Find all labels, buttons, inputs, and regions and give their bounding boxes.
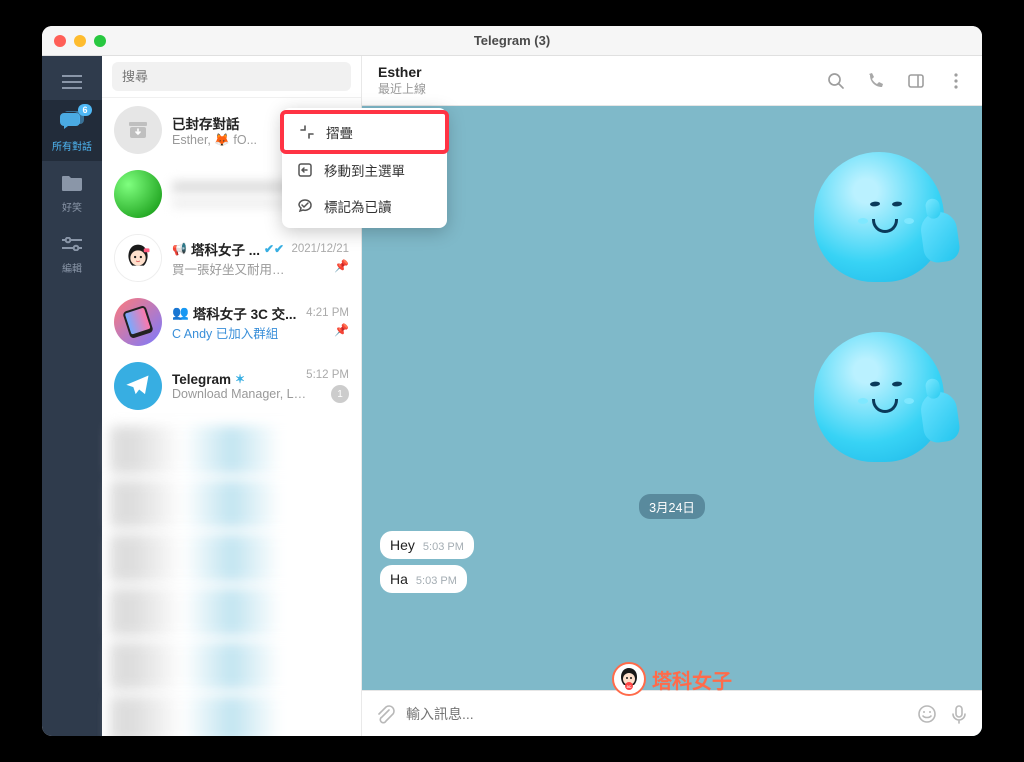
avatar: [114, 170, 162, 218]
message-time: 5:03 PM: [416, 575, 457, 587]
ctx-label: 移動到主選單: [324, 160, 405, 180]
chat-name: 📢塔科女子 ... ✔✔: [172, 239, 291, 259]
chat-area: Esther 最近上線 3月24: [362, 56, 982, 736]
ctx-mark-read[interactable]: 標記為已讀: [282, 188, 447, 224]
rail-item-all-chats[interactable]: 6 所有對話: [42, 100, 102, 161]
call-button[interactable]: [866, 71, 886, 91]
message-input[interactable]: [406, 706, 906, 722]
pin-icon: 📌: [334, 323, 349, 337]
rail-item-funny[interactable]: 好笑: [42, 161, 102, 222]
search-input[interactable]: [112, 62, 351, 91]
chat-preview: Download Manager, Liv...: [172, 387, 306, 401]
chat-preview: 買一張好坐又耐用的電腦...: [172, 259, 291, 278]
chat-time: 2021/12/21: [291, 243, 349, 255]
move-icon: [296, 161, 314, 179]
rail-label: 編輯: [62, 260, 82, 275]
verified-icon: ✶: [235, 372, 245, 386]
group-icon: 👥: [172, 305, 189, 321]
pin-icon: 📌: [334, 259, 349, 273]
sidebar-toggle-button[interactable]: [906, 71, 926, 91]
sticker-message[interactable]: [794, 302, 964, 472]
titlebar: Telegram (3): [42, 26, 982, 56]
traffic-lights: [54, 35, 106, 47]
verified-icon: ✔✔: [264, 242, 284, 256]
blurred-chats: [102, 418, 361, 736]
message-bubble[interactable]: Ha 5:03 PM: [380, 565, 467, 593]
folder-icon: [58, 169, 86, 197]
avatar: [114, 234, 162, 282]
more-button[interactable]: [946, 71, 966, 91]
ctx-move-to-main[interactable]: 移動到主選單: [282, 152, 447, 188]
folder-rail: 6 所有對話 好笑 編輯: [42, 56, 102, 736]
chat-name: 👥 塔科女子 3C 交...: [172, 303, 306, 323]
search-container: [102, 56, 361, 98]
message-text: Ha: [390, 571, 408, 587]
maximize-window-button[interactable]: [94, 35, 106, 47]
input-bar: [362, 690, 982, 736]
chat-header: Esther 最近上線: [362, 56, 982, 106]
rail-label: 所有對話: [52, 138, 92, 153]
context-menu: 摺疊 移動到主選單 標記為已讀: [282, 108, 447, 228]
avatar: [114, 362, 162, 410]
content: 6 所有對話 好笑 編輯: [42, 56, 982, 736]
chat-header-name: Esther: [378, 64, 826, 80]
chat-row[interactable]: Telegram ✶ Download Manager, Liv... 5:12…: [102, 354, 361, 418]
menu-button[interactable]: [54, 64, 90, 100]
window-title: Telegram (3): [42, 33, 982, 48]
sticker-message[interactable]: [794, 122, 964, 292]
ctx-label: 摺疊: [326, 122, 353, 142]
unread-badge: 1: [331, 385, 349, 403]
rail-item-edit[interactable]: 編輯: [42, 222, 102, 283]
messages-area[interactable]: 3月24日 Hey 5:03 PM Ha 5:03 PM: [362, 106, 982, 690]
message-time: 5:03 PM: [423, 541, 464, 553]
chat-preview: C Andy 已加入群組: [172, 323, 306, 342]
avatar: [114, 298, 162, 346]
channel-icon: 📢: [172, 242, 187, 256]
chat-time: 5:12 PM: [306, 369, 349, 381]
unread-badge: 6: [78, 104, 92, 116]
voice-button[interactable]: [948, 703, 970, 725]
chat-name: Telegram ✶: [172, 372, 306, 387]
app-window: Telegram (3) 6 所有對話 好笑: [42, 26, 982, 736]
chat-row[interactable]: 📢塔科女子 ... ✔✔ 買一張好坐又耐用的電腦... 2021/12/21 📌: [102, 226, 361, 290]
chat-header-info[interactable]: Esther 最近上線: [378, 64, 826, 97]
collapse-icon: [298, 123, 316, 141]
search-chat-button[interactable]: [826, 71, 846, 91]
message-bubble[interactable]: Hey 5:03 PM: [380, 531, 474, 559]
sliders-icon: [58, 230, 86, 258]
rail-label: 好笑: [62, 199, 82, 214]
ctx-collapse[interactable]: 摺疊: [280, 110, 449, 154]
chat-header-status: 最近上線: [378, 80, 826, 97]
chat-time: 4:21 PM: [306, 307, 349, 319]
attach-button[interactable]: [374, 703, 396, 725]
ctx-label: 標記為已讀: [324, 196, 392, 216]
date-separator: 3月24日: [639, 494, 705, 519]
chat-row[interactable]: 👥 塔科女子 3C 交... C Andy 已加入群組 4:21 PM 📌: [102, 290, 361, 354]
read-icon: [296, 197, 314, 215]
close-window-button[interactable]: [54, 35, 66, 47]
message-text: Hey: [390, 537, 415, 553]
emoji-button[interactable]: [916, 703, 938, 725]
archive-icon: [114, 106, 162, 154]
minimize-window-button[interactable]: [74, 35, 86, 47]
